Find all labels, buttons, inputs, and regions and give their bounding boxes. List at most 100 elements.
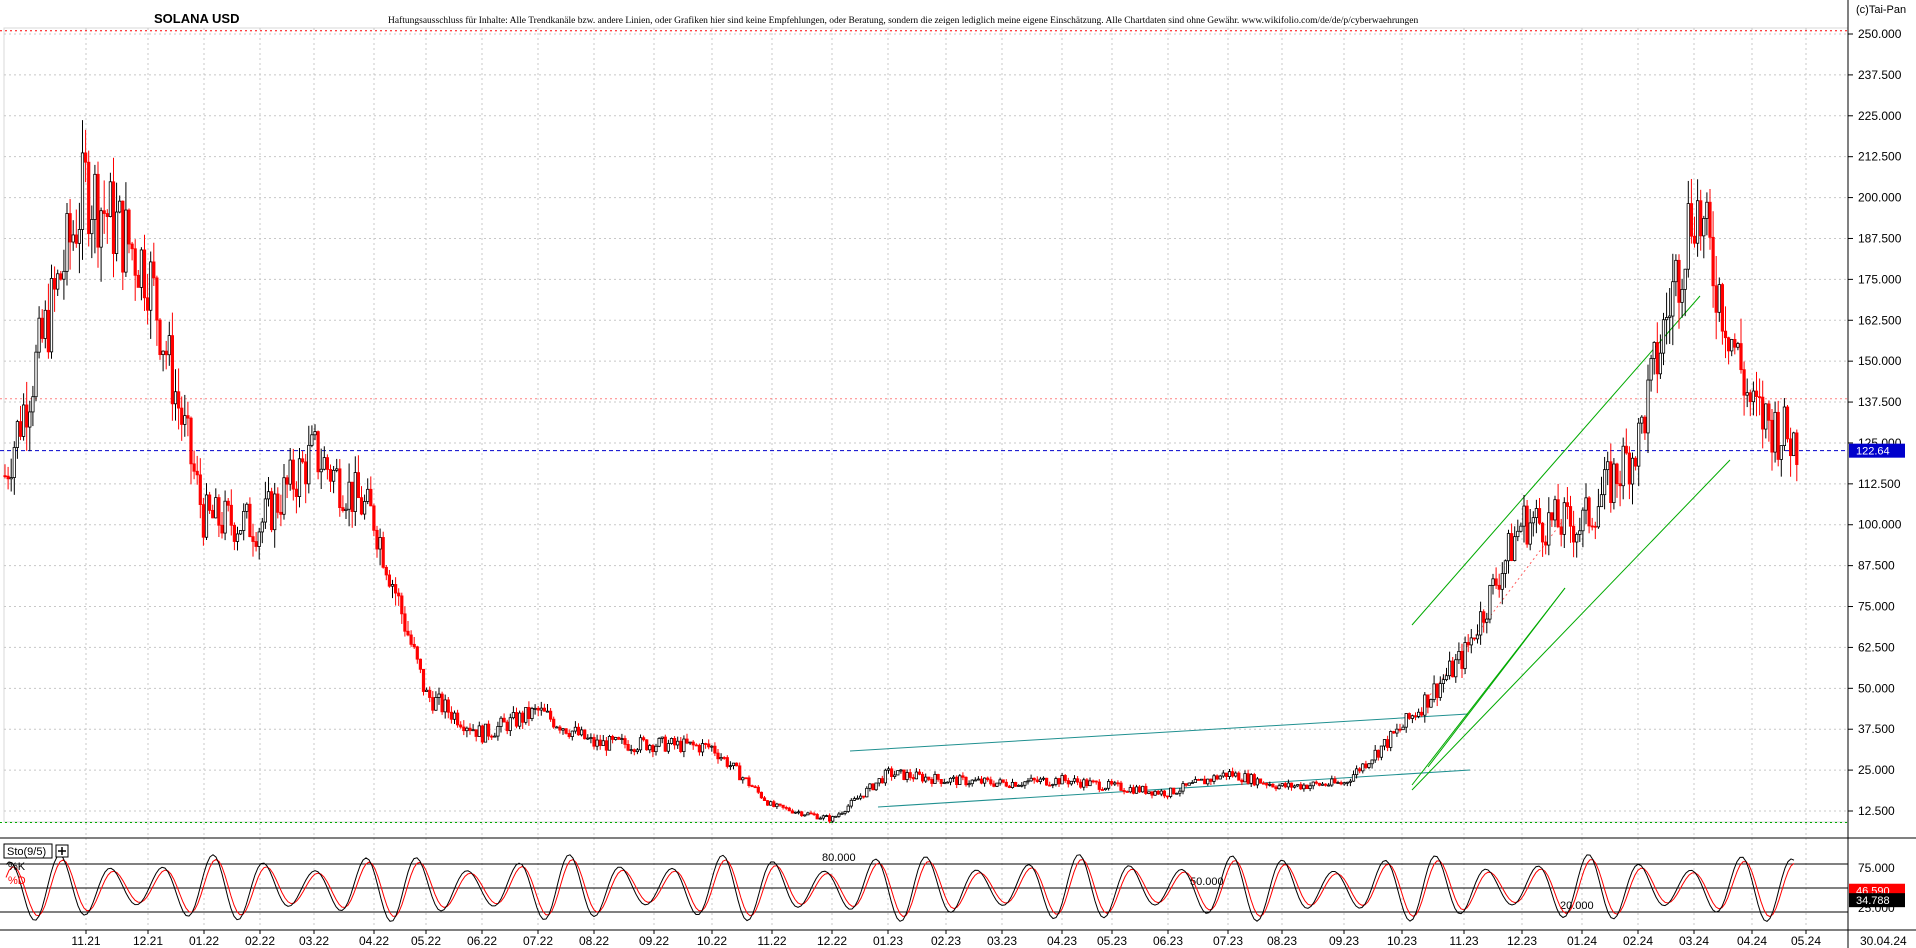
- candle-body: [1714, 285, 1718, 313]
- candle-body: [319, 468, 323, 473]
- candle-body: [1482, 611, 1486, 623]
- candle-body: [598, 739, 602, 746]
- candle-body: [313, 431, 317, 436]
- trendlines: [849, 295, 1731, 808]
- candle-body: [942, 781, 946, 784]
- candle-body: [1417, 711, 1421, 717]
- candle-body: [1156, 790, 1160, 795]
- candle-body: [139, 249, 143, 288]
- candle-body: [750, 785, 754, 788]
- candle-body: [1469, 637, 1473, 646]
- xtick-label: 09.22: [639, 934, 669, 948]
- candle-body: [269, 491, 274, 531]
- xtick-label: 02.24: [1623, 934, 1653, 948]
- ytick-label: 25.000: [1858, 763, 1895, 777]
- candle-body: [601, 740, 605, 746]
- candle-body: [1314, 781, 1318, 784]
- candle-body: [390, 584, 395, 587]
- candle-body: [1773, 411, 1777, 453]
- candle-body: [713, 745, 717, 754]
- candle-body: [387, 574, 392, 587]
- candle-body: [1727, 337, 1731, 352]
- candle-body: [46, 309, 51, 353]
- candle-body: [375, 529, 379, 550]
- candle-body: [688, 741, 692, 744]
- candle-body: [167, 335, 171, 356]
- xtick-label: 09.23: [1329, 934, 1359, 948]
- candle-body: [1141, 785, 1145, 793]
- candle-body: [921, 773, 925, 782]
- candle-body: [353, 472, 357, 512]
- candle-body: [245, 503, 249, 512]
- candle-body: [344, 508, 348, 511]
- candle-body: [1658, 352, 1662, 375]
- candle-body: [1606, 461, 1610, 471]
- candle-body: [356, 472, 361, 499]
- candle-body: [1448, 660, 1452, 677]
- d-value: 34.788: [1856, 895, 1890, 907]
- candle-body: [1333, 778, 1337, 784]
- candle-body: [545, 710, 550, 713]
- candle-body: [1283, 783, 1287, 788]
- candle-body: [1113, 782, 1117, 785]
- xtick-label: 11.23: [1449, 934, 1478, 948]
- candle-body: [673, 738, 677, 746]
- candle-body: [1699, 200, 1703, 237]
- candle-body: [440, 693, 444, 713]
- candle-body: [970, 779, 974, 785]
- candle-body: [821, 815, 826, 819]
- candle-body: [1048, 784, 1052, 787]
- candle-body: [930, 779, 934, 784]
- plot-frame: [3, 27, 1849, 823]
- candle-body: [403, 613, 407, 632]
- candle-body: [74, 234, 78, 244]
- candle-body: [648, 745, 652, 751]
- candle-body: [1072, 778, 1077, 782]
- candle-body: [914, 771, 919, 780]
- candle-body: [400, 595, 404, 615]
- indicator-label[interactable]: Sto(9/5): [3, 843, 69, 859]
- candle-body: [806, 812, 810, 816]
- candle-body: [1131, 787, 1135, 794]
- stochastic-panel: 80.00050.00020.000: [0, 852, 1848, 923]
- candle-body: [809, 812, 813, 815]
- candle-body: [1646, 379, 1650, 434]
- candle-body: [1761, 396, 1765, 430]
- candle-body: [1153, 790, 1157, 796]
- candle-body: [1218, 775, 1222, 780]
- candle-body: [741, 777, 745, 781]
- candle-body: [1568, 506, 1573, 527]
- candle-body: [967, 783, 971, 786]
- candle-body: [1444, 675, 1449, 681]
- candle-body: [1004, 781, 1008, 787]
- candle-body: [1293, 785, 1297, 788]
- candle-body: [840, 812, 844, 815]
- candle-body: [815, 814, 819, 820]
- candle-body: [1438, 683, 1442, 698]
- candle-body: [211, 509, 215, 519]
- candle-body: [12, 447, 16, 478]
- candle-body: [1637, 422, 1641, 467]
- candle-body: [1572, 525, 1576, 543]
- candle-body: [995, 782, 999, 787]
- candle-body: [84, 152, 88, 163]
- candle-body: [431, 697, 435, 711]
- candle-body: [96, 173, 100, 248]
- candle-body: [1017, 784, 1021, 787]
- candle-body: [1668, 315, 1672, 318]
- candle-body: [1451, 660, 1455, 678]
- candle-body: [719, 757, 723, 760]
- candle-body: [1119, 782, 1123, 791]
- candle-body: [71, 234, 75, 243]
- candle-body: [883, 769, 888, 784]
- candle-body: [1107, 781, 1111, 789]
- candle-body: [1717, 284, 1721, 313]
- candle-body: [1258, 778, 1263, 784]
- candle-body: [580, 729, 584, 736]
- candle-body: [1063, 775, 1067, 781]
- candle-body: [499, 717, 503, 727]
- candle-body: [1395, 728, 1399, 734]
- candle-body: [1541, 522, 1545, 543]
- candle-body: [533, 707, 537, 710]
- candle-body: [310, 434, 314, 446]
